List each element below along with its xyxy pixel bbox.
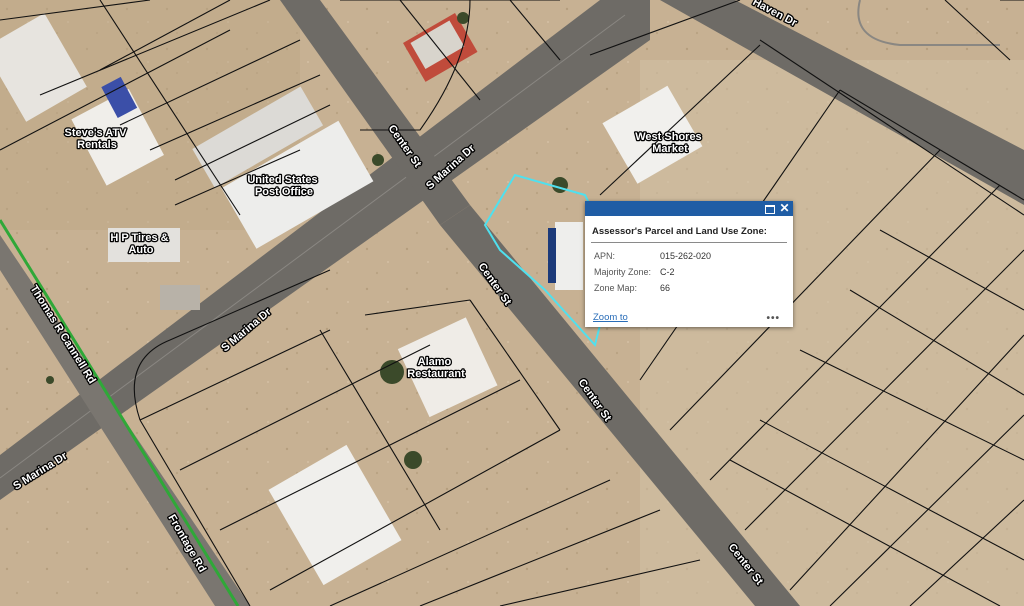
label-post-office: United States Post Office — [247, 174, 320, 198]
popup-title-bar: ✕ — [585, 201, 793, 216]
more-icon[interactable]: ••• — [766, 314, 780, 324]
popup-row-zone-map: Zone Map: 66 — [585, 281, 793, 297]
popup-row-label: Majority Zone: — [594, 267, 652, 277]
popup-row-apn: APN: 015-262-020 — [585, 249, 793, 265]
popup-row-label: Zone Map: — [594, 283, 638, 293]
map-canvas[interactable]: Steve's ATV Rentals United States Post O… — [0, 0, 1024, 606]
popup-row-label: APN: — [594, 251, 616, 261]
popup-row-majority-zone: Majority Zone: C-2 — [585, 265, 793, 281]
building-selected — [555, 222, 583, 290]
parcel-popup: ✕ Assessor's Parcel and Land Use Zone: A… — [585, 201, 793, 327]
popup-divider — [591, 242, 787, 243]
popup-title: Assessor's Parcel and Land Use Zone: — [592, 226, 767, 237]
close-icon[interactable]: ✕ — [778, 202, 791, 215]
popup-footer: Zoom to ••• — [585, 310, 793, 327]
popup-row-value: 015-262-020 — [660, 251, 712, 261]
zoom-to-link[interactable]: Zoom to — [593, 312, 628, 323]
popup-row-value: 66 — [660, 283, 671, 293]
maximize-icon[interactable] — [763, 202, 776, 215]
popup-row-value: C-2 — [660, 267, 675, 277]
